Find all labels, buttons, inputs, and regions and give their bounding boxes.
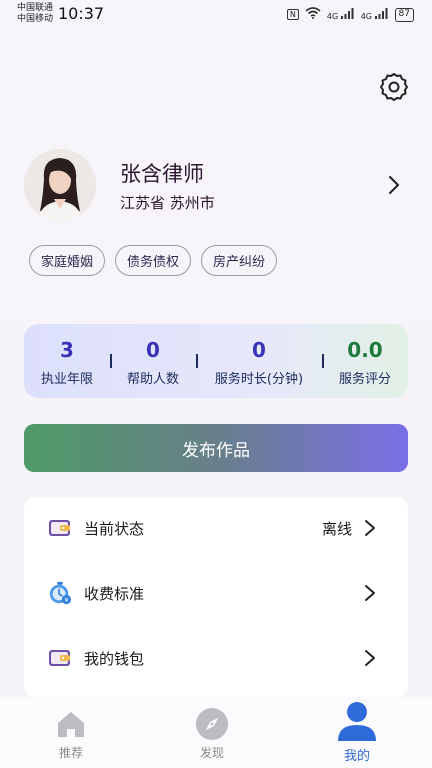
nav-label: 发现 [199, 746, 224, 760]
tag-family-marriage: 家庭婚姻 [29, 245, 106, 276]
menu-item-wallet[interactable]: 我的钱包 [24, 627, 408, 689]
bottom-nav: 推荐 发现 我的 [0, 697, 432, 768]
carrier-1: 中国联通 [17, 3, 54, 13]
chevron-right-icon [365, 585, 375, 601]
gear-icon [380, 73, 408, 101]
menu-label: 我的钱包 [84, 649, 145, 668]
chevron-right-icon [365, 650, 375, 666]
chevron-right-icon [365, 520, 375, 536]
lawyer-name: 张含律师 [120, 162, 204, 186]
signal-2-icon: 4G [361, 8, 389, 21]
tag-property: 房产纠纷 [201, 245, 278, 276]
stat-value: 0.0 [347, 338, 383, 362]
battery-icon: 87 [394, 7, 414, 22]
lawyer-location: 江苏省 苏州市 [120, 194, 215, 212]
stat-value: 0 [252, 338, 266, 362]
carrier-info: 中国联通 中国移动 [17, 3, 53, 25]
wifi-icon [305, 7, 321, 22]
stat-years: 3 执业年限 [24, 324, 110, 398]
nfc-icon: N [286, 9, 299, 20]
svg-text:¥: ¥ [64, 596, 68, 604]
clock: 10:37 [58, 4, 105, 23]
stat-label: 服务评分 [338, 372, 391, 387]
stopwatch-icon: ¥ [48, 581, 72, 605]
signal-1-icon: 4G [327, 8, 355, 21]
nav-label: 我的 [343, 749, 370, 764]
user-icon [337, 701, 377, 743]
stats-card: 3 执业年限 0 帮助人数 0 服务时长(分钟) 0.0 服务评分 [24, 324, 408, 398]
net-type-1: 4G [326, 12, 339, 21]
profile-detail-button[interactable] [383, 172, 405, 198]
status-icons: N 4G 4G 87 [286, 7, 414, 22]
stat-rating: 0.0 服务评分 [322, 324, 408, 398]
menu-label: 当前状态 [84, 519, 145, 538]
stat-value: 3 [60, 338, 74, 362]
stat-service-time: 0 服务时长(分钟) [196, 324, 322, 398]
compass-icon [194, 706, 230, 742]
chevron-right-icon [389, 176, 399, 194]
wallet-icon [48, 646, 72, 670]
avatar[interactable] [24, 149, 96, 221]
nav-label: 推荐 [58, 746, 83, 760]
carrier-2: 中国移动 [17, 14, 54, 24]
tab-mine[interactable]: 我的 [312, 697, 402, 768]
tab-recommend[interactable]: 推荐 [26, 697, 116, 768]
status-value: 离线 [321, 519, 352, 538]
status-bar: 中国联通 中国移动 10:37 N 4G 4G 87 [0, 0, 432, 30]
stat-helped: 0 帮助人数 [110, 324, 196, 398]
stat-label: 服务时长(分钟) [214, 372, 304, 387]
stat-label: 执业年限 [40, 372, 93, 387]
tag-debt: 债务债权 [115, 245, 192, 276]
stat-value: 0 [146, 338, 160, 362]
wallet-icon [48, 516, 72, 540]
menu-item-fees[interactable]: ¥ 收费标准 [24, 562, 408, 624]
publish-work-button[interactable]: 发布作品 [24, 424, 408, 472]
tab-discover[interactable]: 发现 [167, 697, 257, 768]
stat-label: 帮助人数 [126, 372, 179, 387]
settings-button[interactable] [377, 70, 411, 104]
net-type-2: 4G [360, 12, 372, 21]
menu-item-status[interactable]: 当前状态 离线 [24, 497, 408, 559]
specialty-tags: 家庭婚姻 债务债权 房产纠纷 [29, 245, 278, 276]
menu-label: 收费标准 [84, 584, 145, 603]
home-icon [53, 706, 89, 742]
menu-card: 当前状态 离线 ¥ 收费标准 我的钱包 [24, 497, 408, 697]
